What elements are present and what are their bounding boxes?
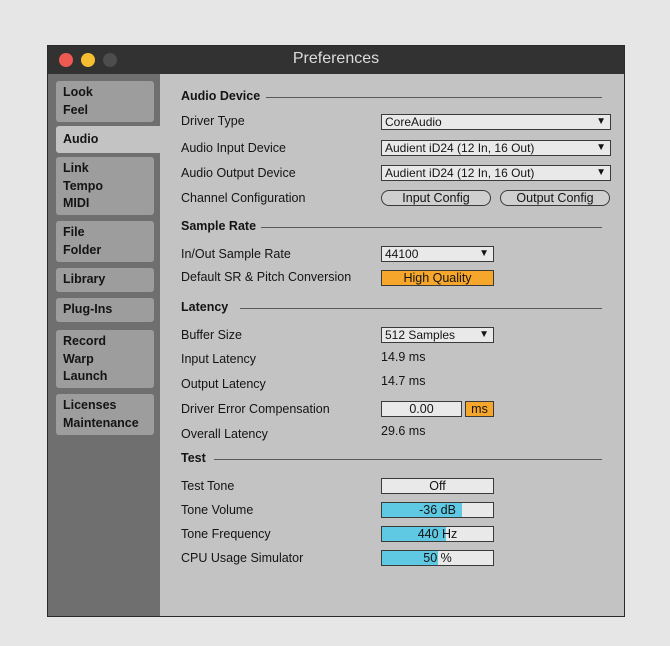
tab-plug-ins[interactable]: Plug-Ins [56, 298, 154, 322]
overall-latency-value: 29.6 ms [381, 424, 426, 438]
tab-label: Folder [63, 242, 102, 257]
driver-type-label: Driver Type [181, 114, 245, 128]
driver-error-compensation-label: Driver Error Compensation [181, 402, 330, 416]
tab-link-tempo-midi[interactable]: Link Tempo MIDI [56, 157, 154, 215]
pitch-conversion-toggle[interactable]: High Quality [381, 270, 494, 286]
tab-label: File [63, 225, 85, 239]
section-heading-latency: Latency [181, 300, 229, 314]
driver-type-dropdown[interactable]: CoreAudio ▼ [381, 114, 611, 130]
window-title: Preferences [292, 50, 380, 67]
tab-label: Record [63, 334, 107, 348]
section-divider [214, 459, 602, 460]
section-divider [261, 227, 602, 228]
dropdown-arrow-icon: ▼ [479, 248, 489, 259]
dropdown-arrow-icon: ▼ [596, 167, 606, 178]
tab-label: Warp [63, 351, 94, 366]
tab-label: Licenses [63, 398, 117, 412]
overall-latency-label: Overall Latency [181, 427, 268, 441]
tab-label: Feel [63, 102, 89, 117]
title-bar: Preferences [48, 46, 624, 74]
tone-volume-label: Tone Volume [181, 503, 254, 517]
tab-library[interactable]: Library [56, 268, 154, 292]
tone-volume-slider[interactable]: -36 dB [381, 502, 494, 518]
tab-file-folder[interactable]: File Folder [56, 221, 154, 262]
buffer-size-value: 512 Samples [385, 328, 456, 342]
audio-preferences-panel: Audio Device Driver Type CoreAudio ▼ Aud… [160, 74, 624, 616]
dropdown-arrow-icon: ▼ [596, 116, 606, 127]
tab-label: Tempo [63, 178, 104, 193]
audio-input-device-value: Audient iD24 (12 In, 16 Out) [385, 141, 535, 155]
tab-record-warp-launch[interactable]: Record Warp Launch [56, 330, 154, 388]
sample-rate-dropdown[interactable]: 44100 ▼ [381, 246, 494, 262]
tab-label: Launch [63, 369, 108, 383]
dropdown-arrow-icon: ▼ [479, 329, 489, 340]
audio-input-device-label: Audio Input Device [181, 141, 286, 155]
tab-label: Maintenance [63, 415, 139, 430]
cpu-usage-simulator-slider[interactable]: 50 % [381, 550, 494, 566]
test-tone-toggle[interactable]: Off [381, 478, 494, 494]
cpu-usage-simulator-label: CPU Usage Simulator [181, 551, 304, 565]
section-heading-sample-rate: Sample Rate [181, 219, 257, 233]
buffer-size-label: Buffer Size [181, 328, 242, 342]
section-heading-test: Test [181, 451, 206, 465]
section-divider [240, 308, 602, 309]
output-config-button[interactable]: Output Config [500, 190, 610, 206]
tone-frequency-slider[interactable]: 440 Hz [381, 526, 494, 542]
tab-label: Link [63, 161, 89, 175]
audio-output-device-value: Audient iD24 (12 In, 16 Out) [385, 166, 535, 180]
tab-label: Library [63, 272, 106, 286]
audio-output-device-label: Audio Output Device [181, 166, 296, 180]
tone-frequency-label: Tone Frequency [181, 527, 271, 541]
cpu-usage-value: 50 % [423, 551, 452, 565]
section-divider [266, 97, 602, 98]
buffer-size-dropdown[interactable]: 512 Samples ▼ [381, 327, 494, 343]
sample-rate-value: 44100 [385, 247, 419, 261]
tab-licenses-maintenance[interactable]: Licenses Maintenance [56, 394, 154, 435]
test-tone-label: Test Tone [181, 479, 235, 493]
input-latency-label: Input Latency [181, 352, 257, 366]
dropdown-arrow-icon: ▼ [596, 142, 606, 153]
tone-volume-value: -36 dB [419, 503, 456, 517]
section-heading-audio-device: Audio Device [181, 89, 261, 103]
tab-look-feel[interactable]: Look Feel [56, 81, 154, 122]
sample-rate-label: In/Out Sample Rate [181, 247, 291, 261]
channel-configuration-label: Channel Configuration [181, 191, 306, 205]
audio-output-device-dropdown[interactable]: Audient iD24 (12 In, 16 Out) ▼ [381, 165, 611, 181]
tab-label: MIDI [63, 196, 90, 210]
preferences-window: Preferences Look Feel Audio Link Tempo M… [48, 46, 624, 616]
tab-label: Audio [63, 132, 99, 146]
driver-type-value: CoreAudio [385, 115, 442, 129]
compensation-unit-label: ms [465, 401, 494, 417]
output-latency-value: 14.7 ms [381, 374, 426, 388]
input-config-button[interactable]: Input Config [381, 190, 491, 206]
output-latency-label: Output Latency [181, 377, 266, 391]
tab-label: Plug-Ins [63, 302, 113, 316]
tab-label: Look [63, 85, 93, 99]
audio-input-device-dropdown[interactable]: Audient iD24 (12 In, 16 Out) ▼ [381, 140, 611, 156]
tone-frequency-value: 440 Hz [417, 527, 458, 541]
preferences-sidebar: Look Feel Audio Link Tempo MIDI File Fol… [48, 74, 168, 616]
tab-audio[interactable]: Audio [56, 126, 168, 153]
driver-error-compensation-field[interactable]: 0.00 [381, 401, 462, 417]
pitch-conversion-label: Default SR & Pitch Conversion [181, 270, 352, 284]
input-latency-value: 14.9 ms [381, 350, 426, 364]
